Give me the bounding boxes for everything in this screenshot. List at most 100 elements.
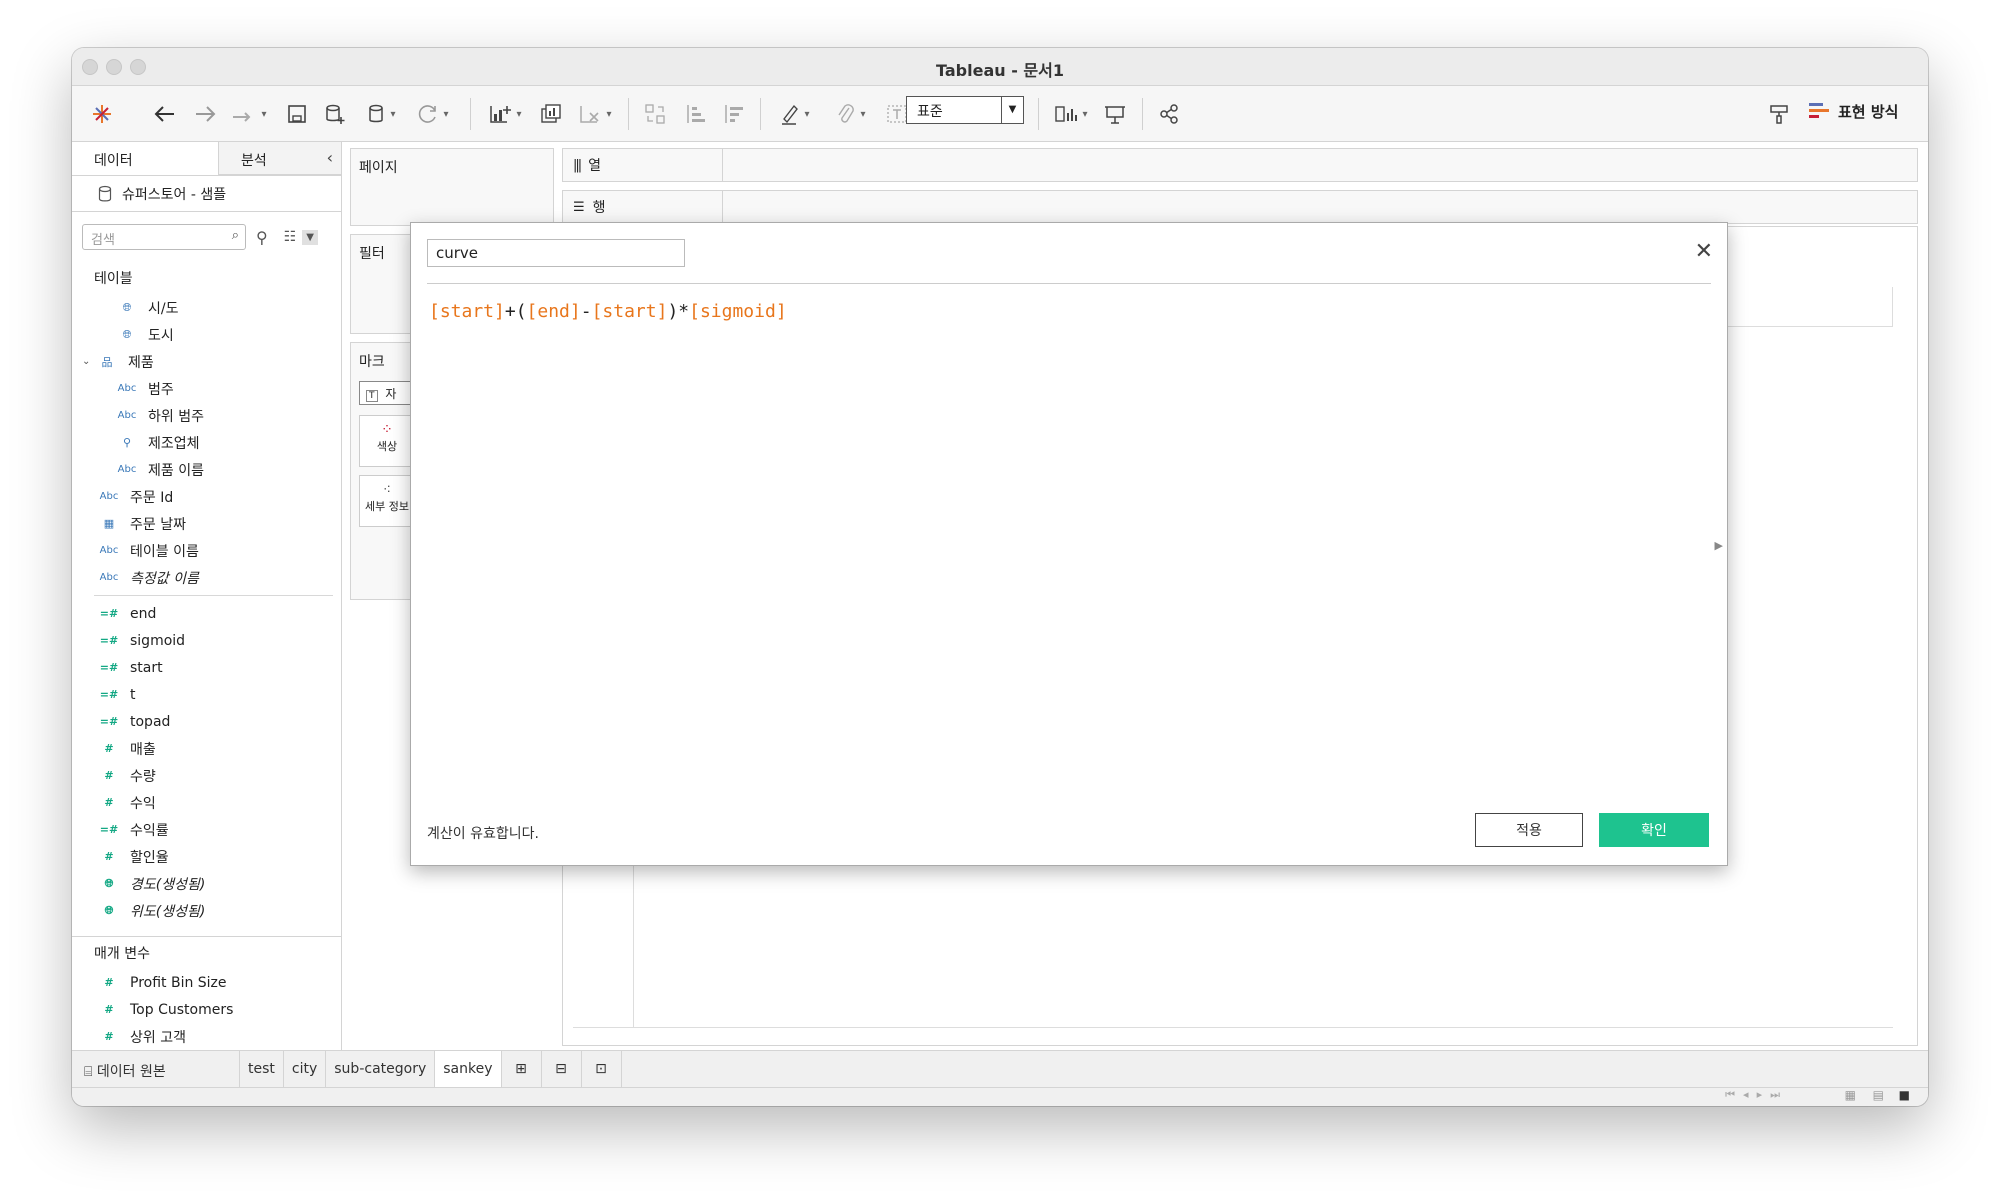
formula-field-token: [end] xyxy=(526,301,581,322)
apply-button[interactable]: 적용 xyxy=(1475,813,1583,847)
field-item[interactable]: 🌐︎ 시/도 xyxy=(72,294,341,321)
measure-item[interactable]: 🌐︎ 위도(생성됨) xyxy=(72,897,341,924)
new-worksheet-icon[interactable]: ▾ xyxy=(482,98,528,130)
parameter-item[interactable]: # Profit Bin Size xyxy=(72,969,341,996)
data-source-tab[interactable]: ⌸ 데이터 원본 xyxy=(72,1051,240,1087)
chevron-down-icon[interactable]: ▼ xyxy=(302,229,318,245)
formula-editor[interactable]: [start]+([end]-[start])*[sigmoid] xyxy=(429,301,787,322)
parameter-item[interactable]: # Top Customers xyxy=(72,996,341,1023)
tab-data[interactable]: 데이터 xyxy=(72,142,218,175)
calc-measure-icon: =# xyxy=(99,823,119,836)
measure-item[interactable]: =# 수익률 xyxy=(72,816,341,843)
field-item[interactable]: 🌐︎ 도시 xyxy=(72,321,341,348)
formula-operator-token: - xyxy=(580,301,592,322)
detail-mark-button[interactable]: ⁖ 세부 정보 xyxy=(359,475,415,527)
show-me-button[interactable]: 표현 방식 xyxy=(1808,96,1898,126)
back-arrow-icon[interactable] xyxy=(150,98,180,130)
sheet-tab[interactable]: sub-category xyxy=(326,1051,436,1087)
pause-update-icon[interactable]: ▾ xyxy=(358,98,404,130)
calendar-icon: ▦ xyxy=(103,517,115,530)
field-item[interactable]: Abc 테이블 이름 xyxy=(72,537,341,564)
sort-descending-icon[interactable] xyxy=(718,98,748,130)
close-icon[interactable]: ✕ xyxy=(1695,239,1713,264)
share-icon[interactable] xyxy=(1154,98,1184,130)
ok-button[interactable]: 확인 xyxy=(1599,813,1709,847)
measure-name: 수익률 xyxy=(130,822,169,839)
calculation-name-input[interactable]: curve xyxy=(427,239,685,267)
new-story-icon[interactable]: ⊡ xyxy=(582,1051,622,1087)
group-members-icon[interactable]: ▾ xyxy=(828,98,874,130)
new-dashboard-icon[interactable]: ⊟ xyxy=(542,1051,582,1087)
field-item[interactable]: Abc 범주 xyxy=(72,375,341,402)
view-size-value: 표준 xyxy=(917,104,943,120)
forward-arrow-icon[interactable] xyxy=(190,98,220,130)
swap-rows-columns-icon[interactable] xyxy=(640,98,670,130)
measure-item[interactable]: # 매출 xyxy=(72,735,341,762)
presentation-mode-icon[interactable] xyxy=(1100,98,1130,130)
measure-item[interactable]: =# topad xyxy=(72,708,341,735)
formula-operator-token: +( xyxy=(504,301,527,322)
measure-icon: # xyxy=(104,976,114,989)
format-painter-icon[interactable] xyxy=(1764,98,1794,130)
detail-label: 세부 정보 xyxy=(365,500,409,513)
measure-item[interactable]: # 수익 xyxy=(72,789,341,816)
field-item[interactable]: ⌄ 品 제품 xyxy=(72,348,341,375)
measure-item[interactable]: =# start xyxy=(72,654,341,681)
sheet-tab[interactable]: city xyxy=(284,1051,327,1087)
tab-analysis[interactable]: 분석 xyxy=(218,142,341,175)
field-item[interactable]: Abc 하위 범주 xyxy=(72,402,341,429)
field-item[interactable]: Abc 측정값 이름 xyxy=(72,564,341,591)
globe-icon: 🌐︎ xyxy=(104,903,114,917)
redo-dropdown-icon[interactable]: ▾ xyxy=(226,98,272,130)
tableau-logo-icon[interactable] xyxy=(86,98,118,130)
field-item[interactable]: ▦ 주문 날짜 xyxy=(72,510,341,537)
new-worksheet-icon[interactable]: ⊞ xyxy=(502,1051,542,1087)
sort-ascending-icon[interactable] xyxy=(680,98,710,130)
measure-item[interactable]: =# sigmoid xyxy=(72,627,341,654)
measure-item[interactable]: =# t xyxy=(72,681,341,708)
measure-icon: # xyxy=(104,742,114,755)
save-icon[interactable] xyxy=(282,98,312,130)
pages-shelf[interactable]: 페이지 xyxy=(350,148,554,226)
new-datasource-icon[interactable] xyxy=(320,98,350,130)
sheet-sorter-icon[interactable]: ▦ xyxy=(1845,1088,1856,1102)
measure-item[interactable]: =# end xyxy=(72,600,341,627)
field-name: 제품 이름 xyxy=(148,462,204,479)
field-item[interactable]: ⚲ 제조업체 xyxy=(72,429,341,456)
collapse-pane-icon[interactable]: ‹ xyxy=(327,148,333,167)
columns-shelf[interactable]: ||| 열 xyxy=(562,148,1918,182)
measure-icon: # xyxy=(104,769,114,782)
search-input[interactable]: 검색 ⌕ xyxy=(82,224,246,250)
measure-item[interactable]: # 수량 xyxy=(72,762,341,789)
measure-icon: # xyxy=(104,850,114,863)
abc-icon: Abc xyxy=(117,464,137,475)
duplicate-sheet-icon[interactable] xyxy=(534,98,566,130)
rows-shelf[interactable]: ☰ 행 xyxy=(562,190,1918,224)
refresh-icon[interactable]: ▾ xyxy=(410,98,456,130)
measure-item[interactable]: 🌐︎ 경도(생성됨) xyxy=(72,870,341,897)
view-size-select[interactable]: 표준 ▼ xyxy=(906,96,1024,124)
measure-item[interactable]: # 할인율 xyxy=(72,843,341,870)
show-cards-icon[interactable]: ▾ xyxy=(1048,98,1094,130)
filter-funnel-icon[interactable]: ⚲ xyxy=(256,228,268,247)
expand-panel-arrow-icon[interactable]: ▶ xyxy=(1715,539,1723,552)
color-mark-button[interactable]: ⁘ 색상 xyxy=(359,415,415,467)
sheet-tab[interactable]: test xyxy=(240,1051,284,1087)
mark-type-value: 자 xyxy=(385,387,397,401)
parameter-item[interactable]: # 상위 고객 xyxy=(72,1023,341,1050)
tabs-view-icon[interactable]: ■ xyxy=(1899,1088,1910,1102)
sheet-nav-arrows-icon[interactable]: ⏮◂▸⏭ xyxy=(1725,1088,1788,1102)
columns-label: 열 xyxy=(588,158,602,174)
sheet-tab-active[interactable]: sankey xyxy=(435,1051,502,1087)
rows-icon: ☰ xyxy=(573,199,585,215)
tableau-window: Tableau - 문서1 ▾ ▾ ▾ ▾ ▾ ▾ ▾ 표준 ▼ ▾ 표현 방식… xyxy=(72,48,1928,1106)
filmstrip-icon[interactable]: ▤ xyxy=(1873,1088,1884,1102)
view-list-icon[interactable]: ☷ xyxy=(284,229,297,245)
field-item[interactable]: Abc 주문 Id xyxy=(72,483,341,510)
datasource-item[interactable]: 슈퍼스토어 - 샘플 xyxy=(72,176,341,212)
clear-sheet-icon[interactable]: ▾ xyxy=(572,98,618,130)
chevron-down-icon[interactable]: ⌄ xyxy=(82,356,96,367)
field-name: 범주 xyxy=(148,381,174,398)
field-item[interactable]: Abc 제품 이름 xyxy=(72,456,341,483)
highlight-pen-icon[interactable]: ▾ xyxy=(772,98,818,130)
